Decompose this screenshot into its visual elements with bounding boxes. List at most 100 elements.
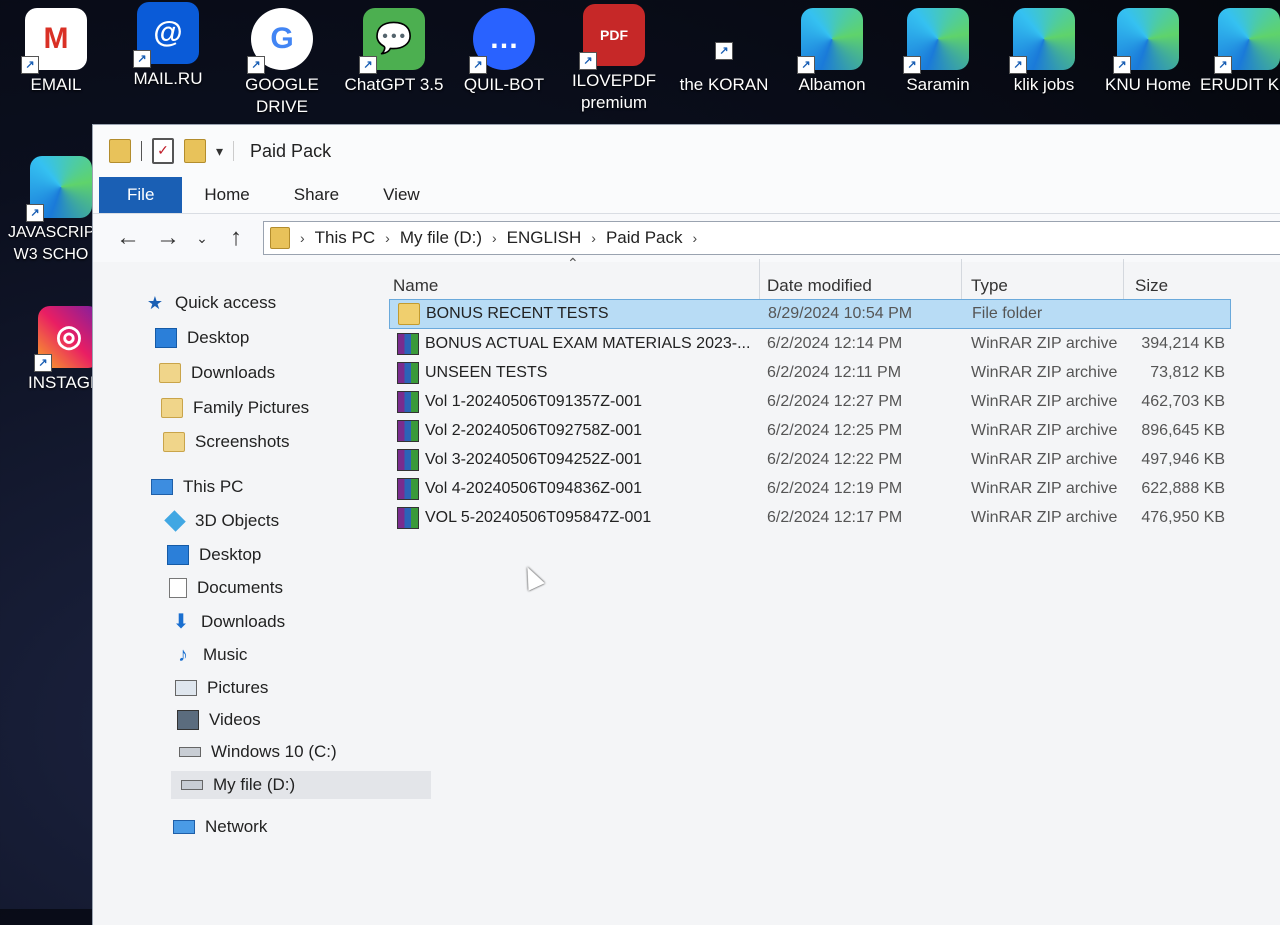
desktop-icon-email[interactable]: M ↗ EMAIL [4,8,108,96]
desktop-icon-erudit[interactable]: ↗ ERUDIT KI [1200,8,1280,96]
nav-item-music[interactable]: ♪ Music [173,641,247,669]
file-type: WinRAR ZIP archive [971,364,1118,381]
table-row[interactable]: BONUS RECENT TESTS 8/29/2024 10:54 PM Fi… [389,299,1231,329]
computer-icon [151,479,173,495]
winrar-archive-icon [397,362,419,384]
toolbar-separator [141,141,142,161]
desktop-icon-koran[interactable]: ↗ the KORAN [672,8,776,96]
nav-item-drive-c[interactable]: Windows 10 (C:) [179,738,337,766]
nav-item-pc-desktop[interactable]: Desktop [167,541,261,569]
document-icon [169,578,187,598]
drive-icon [181,780,203,790]
desktop-icon-chatgpt[interactable]: 💬 ↗ ChatGPT 3.5 [342,8,446,96]
winrar-archive-icon [397,449,419,471]
column-divider[interactable] [961,259,962,303]
nav-item-screenshots[interactable]: Screenshots [163,428,290,456]
desktop-icon-quillbot[interactable]: … ↗ QUIL-BOT [452,8,556,96]
breadcrumb-drive-d[interactable]: My file (D:) [400,228,482,248]
breadcrumb-chevron-icon[interactable]: › [591,230,596,246]
breadcrumb-chevron-icon[interactable]: › [693,230,698,246]
nav-item-pictures[interactable]: Pictures [175,674,268,702]
title-bar: ✓ ▾ Paid Pack [93,125,1280,177]
nav-item-drive-d[interactable]: My file (D:) [171,771,431,799]
file-date: 6/2/2024 12:22 PM [767,451,903,468]
file-name: BONUS ACTUAL EXAM MATERIALS 2023-... [425,335,751,352]
breadcrumb-chevron-icon[interactable]: › [492,230,497,246]
3d-objects-icon [164,510,186,532]
breadcrumb-chevron-icon[interactable]: › [300,230,305,246]
table-row[interactable]: BONUS ACTUAL EXAM MATERIALS 2023-... 6/2… [389,330,1229,358]
forward-arrow-icon[interactable]: → [155,224,181,252]
nav-network[interactable]: Network [173,813,267,841]
desktop-icon-knu-home[interactable]: ↗ KNU Home [1096,8,1200,96]
desktop-icon-w3schools[interactable]: ↗ JAVASCRIP W3 SCHO [8,156,94,266]
file-size: 622,888 KB [1141,480,1225,497]
properties-icon[interactable] [109,139,131,163]
nav-item-desktop[interactable]: Desktop [155,324,249,352]
desktop-icon-klikjobs[interactable]: ↗ klik jobs [992,8,1096,96]
tab-file[interactable]: File [99,177,183,213]
file-date: 6/2/2024 12:14 PM [767,335,903,352]
customize-toolbar-chevron-icon[interactable]: ▾ [216,143,223,160]
file-size: 896,645 KB [1141,422,1225,439]
edge-icon: ↗ [1113,8,1179,74]
file-name: Vol 4-20240506T094836Z-001 [425,480,643,497]
navigation-bar: ← → ⌄ ↑ › This PC › My file (D:) › ENGLI… [93,214,1280,262]
breadcrumb-english[interactable]: ENGLISH [507,228,582,248]
winrar-archive-icon [397,507,419,529]
at-icon: @ ↗ [133,2,199,68]
folder-icon [159,363,181,383]
table-row[interactable]: Vol 2-20240506T092758Z-001 6/2/2024 12:2… [389,417,1229,445]
navigation-pane: ★ Quick access Desktop Downloads Family … [93,263,431,913]
table-row[interactable]: Vol 1-20240506T091357Z-001 6/2/2024 12:2… [389,388,1229,416]
tab-share[interactable]: Share [272,177,361,213]
column-divider[interactable] [1123,259,1124,303]
music-note-icon: ♪ [178,644,188,666]
nav-item-downloads[interactable]: Downloads [159,359,275,387]
desktop-icon-albamon[interactable]: ↗ Albamon [780,8,884,96]
chat-icon: 💬 ↗ [359,8,425,74]
table-row[interactable]: UNSEEN TESTS 6/2/2024 12:11 PM WinRAR ZI… [389,359,1229,387]
file-size: 394,214 KB [1141,335,1225,352]
desktop-icon-saramin[interactable]: ↗ Saramin [886,8,990,96]
checkmark-icon[interactable]: ✓ [152,138,174,164]
file-size: 476,950 KB [1141,509,1225,526]
folder-icon [161,398,183,418]
file-name: VOL 5-20240506T095847Z-001 [425,509,652,526]
file-size: 497,946 KB [1141,451,1225,468]
file-date: 6/2/2024 12:17 PM [767,509,903,526]
file-name: Vol 3-20240506T094252Z-001 [425,451,643,468]
new-folder-icon[interactable] [184,139,206,163]
desktop-icon-ilovepdf[interactable]: PDF ↗ ILOVEPDF premium [562,4,666,114]
desktop-icon-google-drive[interactable]: G ↗ GOOGLE DRIVE [230,8,334,118]
tab-home[interactable]: Home [182,177,271,213]
file-type: WinRAR ZIP archive [971,509,1118,526]
nav-this-pc[interactable]: This PC [151,473,243,501]
tab-view[interactable]: View [361,177,442,213]
nav-item-videos[interactable]: Videos [177,706,261,734]
nav-item-pc-downloads[interactable]: ⬇ Downloads [171,608,286,636]
breadcrumb-this-pc[interactable]: This PC [315,228,375,248]
pictures-icon [175,680,197,696]
nav-quick-access[interactable]: ★ Quick access [145,289,276,317]
breadcrumb-chevron-icon[interactable]: › [385,230,390,246]
folder-icon [398,303,420,325]
file-name: Vol 1-20240506T091357Z-001 [425,393,643,410]
desktop-icon-instagram[interactable]: ◎↗ INSTAGRA [20,306,94,394]
nav-item-family-pictures[interactable]: Family Pictures [161,394,309,422]
address-bar[interactable]: › This PC › My file (D:) › ENGLISH › Pai… [263,221,1280,255]
column-divider[interactable] [759,259,760,303]
nav-item-documents[interactable]: Documents [169,574,283,602]
breadcrumb-paid-pack[interactable]: Paid Pack [606,228,683,248]
table-row[interactable]: Vol 4-20240506T094836Z-001 6/2/2024 12:1… [389,475,1229,503]
up-arrow-icon[interactable]: ↑ [223,224,249,252]
folder-icon [163,432,185,452]
back-arrow-icon[interactable]: ← [115,224,141,252]
table-row[interactable]: Vol 3-20240506T094252Z-001 6/2/2024 12:2… [389,446,1229,474]
table-row[interactable]: VOL 5-20240506T095847Z-001 6/2/2024 12:1… [389,504,1229,532]
file-type: WinRAR ZIP archive [971,480,1118,497]
recent-locations-chevron-icon[interactable]: ⌄ [195,230,209,247]
video-icon [177,710,199,730]
nav-item-3d-objects[interactable]: 3D Objects [164,507,279,535]
desktop-icon-mailru[interactable]: @ ↗ MAIL.RU [116,2,220,90]
